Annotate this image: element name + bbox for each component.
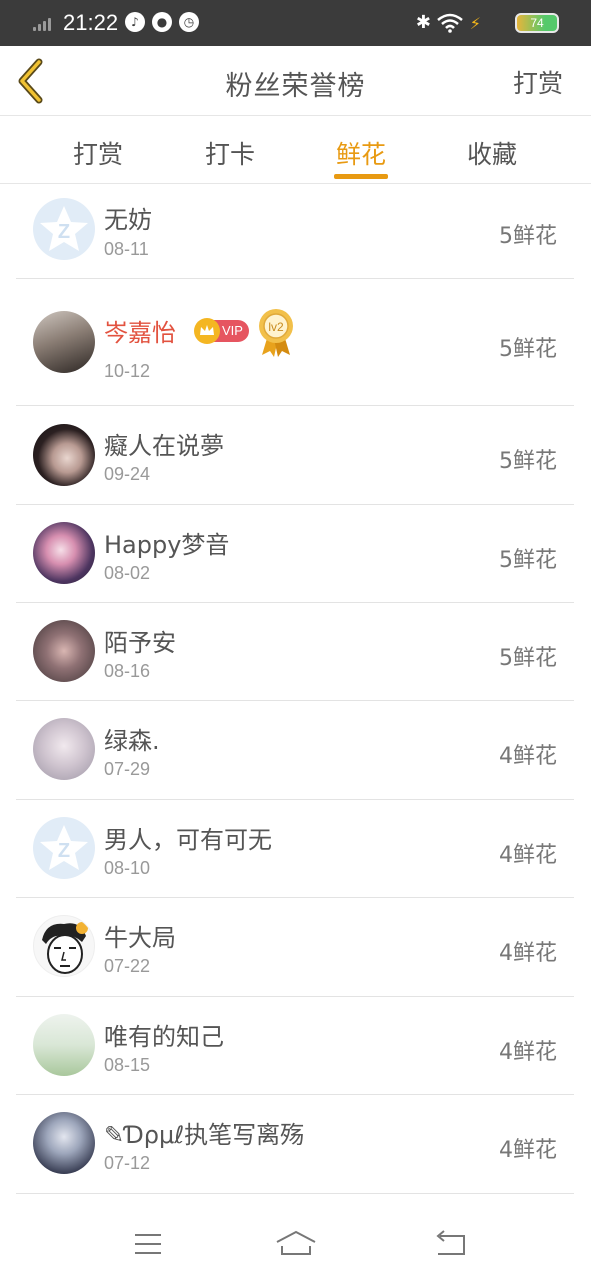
flower-count: 4鲜花 (499, 1040, 557, 1065)
user-date: 09-24 (104, 464, 151, 484)
battery-level: 74 (530, 16, 544, 30)
status-bar: 21:22 ♪ ● ◷ ✱ ⚡ 74 (0, 0, 591, 46)
user-name[interactable]: 唯有的知己 (104, 1017, 224, 1052)
user-date: 07-12 (104, 1153, 151, 1173)
flower-count: 4鲜花 (499, 744, 557, 769)
avatar[interactable] (33, 424, 95, 486)
list-item[interactable]: 唯有的知己 08-15 4鲜花 (16, 997, 574, 1095)
user-name[interactable]: 男人，可有可无 (104, 820, 272, 855)
user-date: 07-29 (104, 759, 151, 779)
page-title: 粉丝荣誉榜 (225, 71, 366, 102)
vip-label: VIP (222, 323, 243, 338)
crown-icon (194, 318, 220, 344)
menu-icon[interactable] (126, 1226, 170, 1262)
flower-count: 5鲜花 (499, 646, 557, 671)
header: 粉丝荣誉榜 打赏 (0, 46, 591, 116)
list-item[interactable]: Happy梦音 08-02 5鲜花 (16, 505, 574, 603)
default-avatar-icon: Z (40, 825, 88, 870)
avatar[interactable] (33, 522, 95, 584)
cartoon-face-icon (42, 922, 88, 974)
alarm-icon: ◷ (179, 12, 199, 32)
user-date: 08-02 (104, 563, 151, 583)
flower-count: 5鲜花 (499, 449, 557, 474)
level-medal-icon: lv2 (259, 309, 293, 357)
avatar[interactable] (33, 311, 95, 373)
tab-favorites[interactable]: 收藏 (442, 135, 542, 171)
list-item[interactable]: 岑嘉怡 VIP lv2 10-12 5鲜花 (16, 279, 574, 406)
tab-checkin[interactable]: 打卡 (180, 135, 280, 171)
back-icon[interactable] (428, 1226, 472, 1262)
reward-button[interactable]: 打赏 (513, 64, 563, 100)
system-nav-bar (0, 1210, 591, 1280)
wifi-icon (437, 13, 463, 33)
list-item[interactable]: Z 男人，可有可无 08-10 4鲜花 (16, 800, 574, 898)
music-icon: ♪ (125, 12, 145, 32)
avatar[interactable] (33, 718, 95, 780)
avatar[interactable]: Z (33, 817, 95, 879)
flower-count: 5鲜花 (499, 224, 557, 249)
flower-count: 4鲜花 (499, 1138, 557, 1163)
user-name[interactable]: 牛大局 (104, 918, 176, 953)
battery-icon: 74 (515, 13, 559, 33)
signal-icon (33, 17, 57, 31)
list-item[interactable]: Z 无妨 08-11 5鲜花 (16, 184, 574, 279)
avatar[interactable] (33, 1112, 95, 1174)
flower-count: 4鲜花 (499, 941, 557, 966)
svg-text:Z: Z (58, 221, 70, 243)
default-avatar-icon: Z (40, 206, 88, 251)
tab-flowers[interactable]: 鲜花 (311, 135, 411, 171)
tab-reward[interactable]: 打赏 (48, 135, 148, 171)
flower-count: 5鲜花 (499, 548, 557, 573)
vip-badge: VIP (194, 318, 249, 344)
list-item[interactable]: 牛大局 07-22 4鲜花 (16, 898, 574, 997)
bluetooth-icon: ✱ (415, 12, 431, 33)
avatar[interactable] (33, 915, 95, 977)
level-label: lv2 (268, 320, 284, 334)
charging-icon: ⚡ (469, 14, 481, 33)
avatar[interactable] (33, 1014, 95, 1076)
user-date: 10-12 (104, 361, 151, 381)
status-time: 21:22 (63, 10, 119, 35)
user-date: 08-10 (104, 858, 151, 878)
user-date: 08-15 (104, 1055, 151, 1075)
flower-count: 5鲜花 (499, 337, 557, 362)
avatar[interactable] (33, 620, 95, 682)
user-date: 07-22 (104, 956, 151, 976)
user-name[interactable]: 陌予安 (104, 623, 176, 658)
list-item[interactable]: 癡人在说夢 09-24 5鲜花 (16, 406, 574, 505)
wechat-icon: ● (152, 12, 172, 32)
list-item[interactable]: 绿森. 07-29 4鲜花 (16, 701, 574, 800)
user-name[interactable]: 无妨 (104, 200, 152, 235)
user-name[interactable]: 癡人在说夢 (104, 426, 224, 461)
user-name[interactable]: 绿森. (104, 721, 160, 756)
list-item[interactable]: ✎Ɗρμℓ执笔写离殇 07-12 4鲜花 (16, 1095, 574, 1194)
user-name[interactable]: 岑嘉怡 (104, 313, 176, 348)
user-date: 08-11 (104, 239, 149, 259)
flower-count: 4鲜花 (499, 843, 557, 868)
avatar[interactable]: Z (33, 198, 95, 260)
tab-active-indicator (334, 174, 388, 179)
user-name[interactable]: ✎Ɗρμℓ执笔写离殇 (104, 1115, 304, 1150)
list-item[interactable]: 陌予安 08-16 5鲜花 (16, 603, 574, 701)
svg-text:Z: Z (58, 840, 70, 862)
tab-bar: 打赏 打卡 鲜花 收藏 (0, 117, 591, 184)
user-name[interactable]: Happy梦音 (104, 525, 229, 560)
user-date: 08-16 (104, 661, 151, 681)
home-icon[interactable] (274, 1226, 318, 1262)
